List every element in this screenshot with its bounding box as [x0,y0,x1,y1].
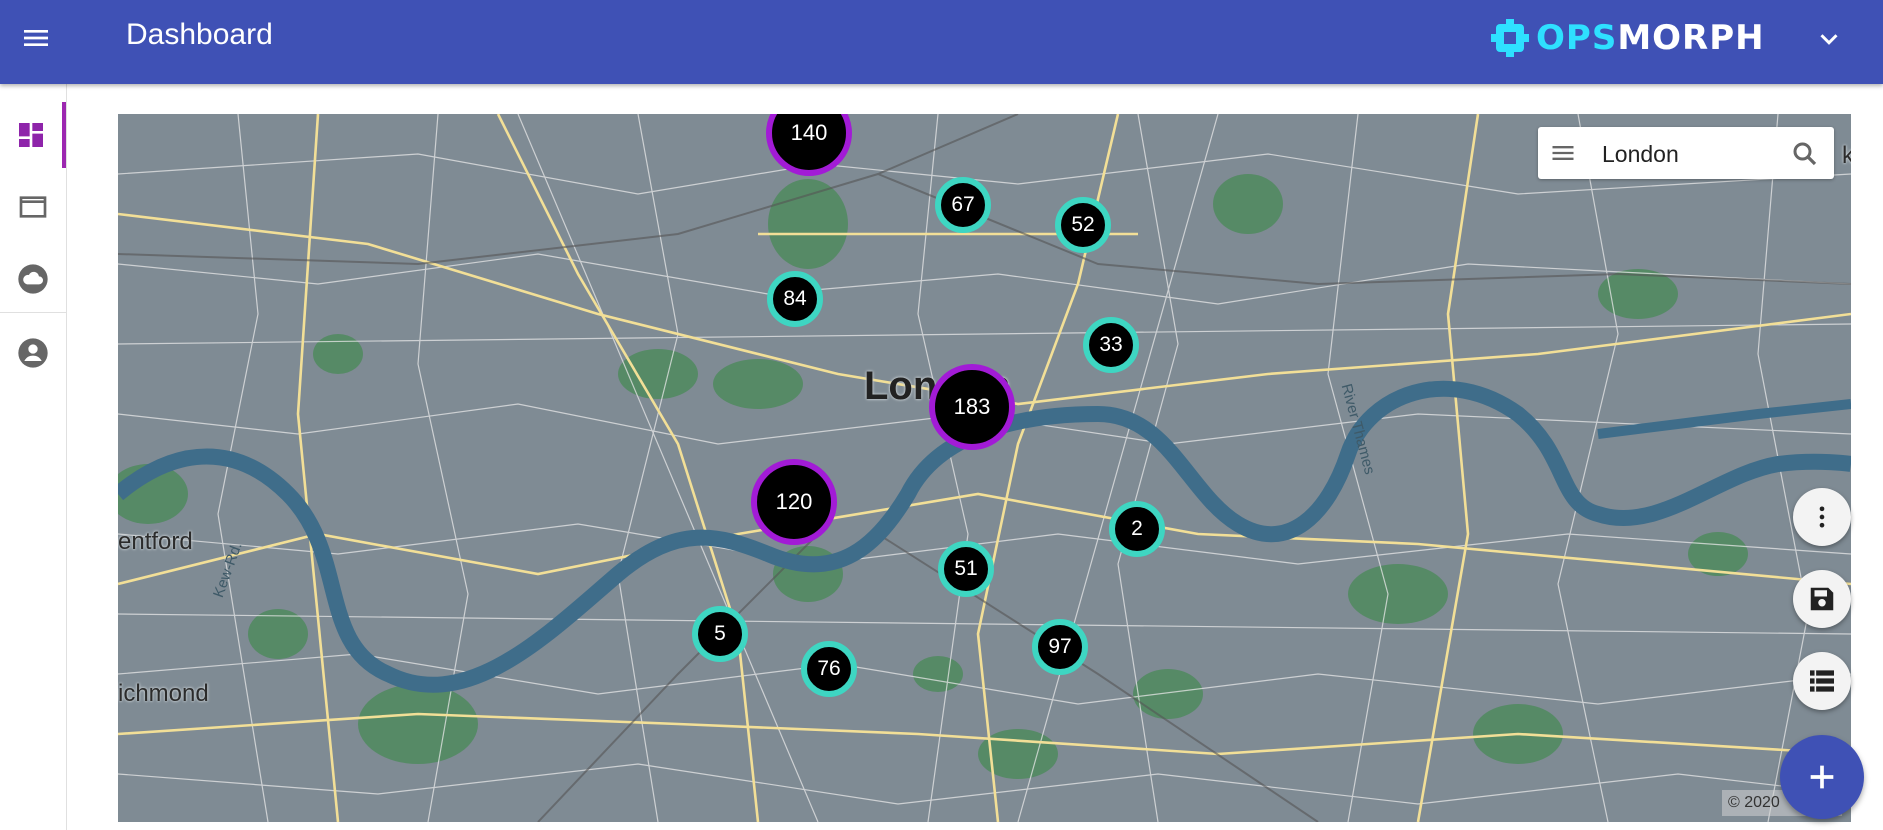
page-title: Dashboard [126,18,273,51]
sidebar-item-cloud[interactable] [0,246,66,312]
window-icon [19,196,47,218]
more-options-button[interactable] [1793,488,1851,546]
save-icon [1810,587,1834,611]
map-cluster[interactable]: 183 [929,364,1015,450]
map-cluster[interactable]: 52 [1055,197,1111,253]
map-cluster[interactable]: 76 [801,641,857,697]
sidebar [0,84,67,830]
brentford-label: entford [118,528,193,555]
map-edge-label: k [1842,142,1851,169]
app-bar: Dashboard OPSMORPH [0,0,1883,84]
brand-logo: OPSMORPH [1490,16,1765,60]
menu-icon[interactable] [20,22,52,54]
brand-ops-text: OPS [1536,18,1618,58]
map-cluster[interactable]: 51 [938,541,994,597]
map-cluster[interactable]: 120 [751,459,837,545]
brand-morph-text: MORPH [1617,18,1765,58]
plus-icon [1810,765,1834,789]
account-icon [18,338,48,368]
map-view[interactable]: London entford ichmond k River Thames Ke… [118,114,1851,822]
list-icon [1810,670,1834,692]
sidebar-item-account[interactable] [0,320,66,386]
chevron-down-icon[interactable] [1814,24,1844,54]
map-search-input[interactable] [1600,137,1784,171]
sidebar-item-windows[interactable] [0,174,66,240]
map-cluster[interactable]: 33 [1083,317,1139,373]
more-vert-icon [1819,506,1825,528]
save-button[interactable] [1793,570,1851,628]
search-icon[interactable] [1790,139,1820,169]
cloud-icon [18,264,48,294]
map-cluster[interactable]: 2 [1109,501,1165,557]
map-cluster[interactable]: 5 [692,606,748,662]
map-cluster[interactable]: 84 [767,271,823,327]
search-menu-icon[interactable] [1548,139,1578,167]
map-cluster[interactable]: 67 [935,177,991,233]
map-search-box [1538,127,1834,179]
sidebar-divider [0,312,66,313]
map-cluster[interactable]: 97 [1032,619,1088,675]
richmond-label: ichmond [118,680,209,707]
sidebar-item-dashboard[interactable] [0,102,66,168]
brand-gear-icon [1491,19,1529,57]
dashboard-icon [19,123,43,147]
list-view-button[interactable] [1793,652,1851,710]
add-button[interactable] [1780,735,1864,819]
